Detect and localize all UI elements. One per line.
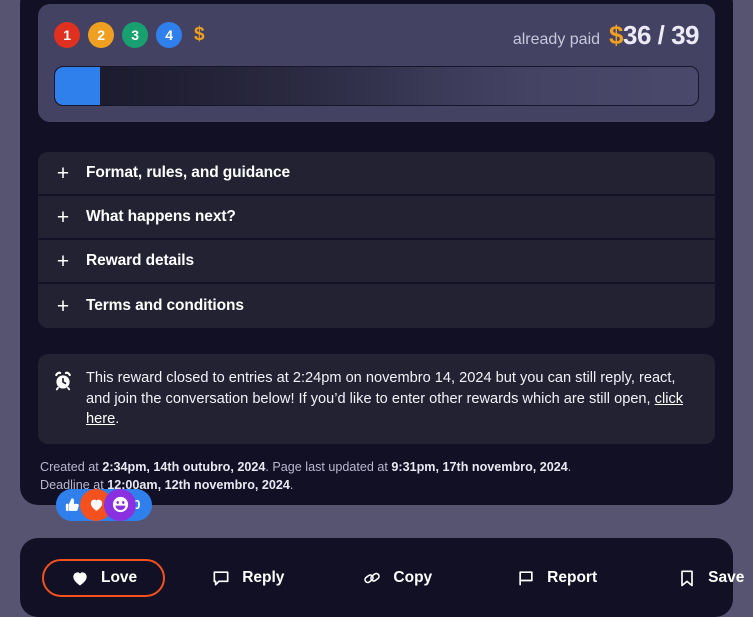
love-button-label: Love [101, 569, 137, 587]
accordion-label: Reward details [86, 252, 194, 270]
plus-icon: + [56, 207, 70, 228]
badge-3[interactable]: 3 [122, 22, 148, 48]
badge-2-label: 2 [97, 27, 105, 43]
created-prefix: Created at [40, 460, 102, 474]
accordion-label: Terms and conditions [86, 297, 244, 315]
payment-progress-fill [55, 67, 100, 105]
badge-1[interactable]: 1 [54, 22, 80, 48]
accordion-item-reward-details[interactable]: + Reward details [38, 240, 715, 284]
notice-text-after: . [115, 411, 119, 427]
plus-icon: + [56, 251, 70, 272]
report-button-label: Report [547, 569, 597, 587]
reply-button-label: Reply [242, 569, 284, 587]
deadline-suffix: . [290, 478, 294, 492]
updated-date: 9:31pm, 17th novembro, 2024 [391, 460, 567, 474]
reaction-count-pill[interactable]: 10 [56, 489, 152, 521]
header-top-row: 1 2 3 4 $ already paid $36 / 39 [54, 18, 699, 52]
amount-currency-symbol: $ [609, 20, 623, 50]
copy-button-label: Copy [393, 569, 432, 587]
badge-group: 1 2 3 4 $ [54, 22, 205, 48]
reaction-summary[interactable]: 10 [56, 489, 152, 521]
created-date: 2:34pm, 14th outubro, 2024 [102, 460, 265, 474]
copy-button[interactable]: Copy [344, 559, 450, 597]
love-button[interactable]: Love [42, 559, 165, 597]
already-paid-group: already paid $36 / 39 [513, 20, 699, 51]
flag-icon [516, 568, 536, 588]
already-paid-amount: $36 / 39 [609, 20, 699, 51]
report-button[interactable]: Report [498, 559, 615, 597]
payment-progress-bar [54, 66, 699, 106]
laughing-face-icon [104, 489, 136, 521]
accordion-label: Format, rules, and guidance [86, 164, 290, 182]
badge-4-label: 4 [165, 27, 173, 43]
comment-icon [211, 568, 231, 588]
heart-icon [70, 568, 90, 588]
save-button-label: Save [708, 569, 744, 587]
updated-prefix: . Page last updated at [265, 460, 391, 474]
badge-1-label: 1 [63, 27, 71, 43]
accordion-item-terms-and-conditions[interactable]: + Terms and conditions [38, 284, 715, 328]
reply-button[interactable]: Reply [193, 559, 302, 597]
page-root: 1 2 3 4 $ already paid $36 / 39 [0, 0, 753, 617]
reward-header-panel: 1 2 3 4 $ already paid $36 / 39 [38, 4, 715, 122]
reward-closed-notice: This reward closed to entries at 2:24pm … [38, 354, 715, 444]
accordion-label: What happens next? [86, 208, 236, 226]
notice-text-before: This reward closed to entries at 2:24pm … [86, 370, 675, 407]
badge-4[interactable]: 4 [156, 22, 182, 48]
notice-text: This reward closed to entries at 2:24pm … [86, 368, 699, 430]
dollar-icon: $ [194, 24, 205, 46]
link-icon [362, 568, 382, 588]
reward-card: 1 2 3 4 $ already paid $36 / 39 [20, 0, 733, 505]
alarm-clock-icon [52, 370, 74, 392]
accordion-item-what-happens-next[interactable]: + What happens next? [38, 196, 715, 240]
save-button[interactable]: Save [659, 559, 753, 597]
badge-3-label: 3 [131, 27, 139, 43]
plus-icon: + [56, 296, 70, 317]
badge-2[interactable]: 2 [88, 22, 114, 48]
plus-icon: + [56, 163, 70, 184]
action-bar: Love Reply Copy [20, 538, 733, 617]
updated-suffix: . [568, 460, 572, 474]
accordion-section: + Format, rules, and guidance + What hap… [38, 152, 715, 328]
bookmark-icon [677, 568, 697, 588]
amount-value: 36 / 39 [623, 20, 699, 50]
accordion-item-format-rules-and-guidance[interactable]: + Format, rules, and guidance [38, 152, 715, 196]
already-paid-label: already paid [513, 31, 600, 49]
created-updated-line: Created at 2:34pm, 14th outubro, 2024. P… [40, 458, 715, 476]
